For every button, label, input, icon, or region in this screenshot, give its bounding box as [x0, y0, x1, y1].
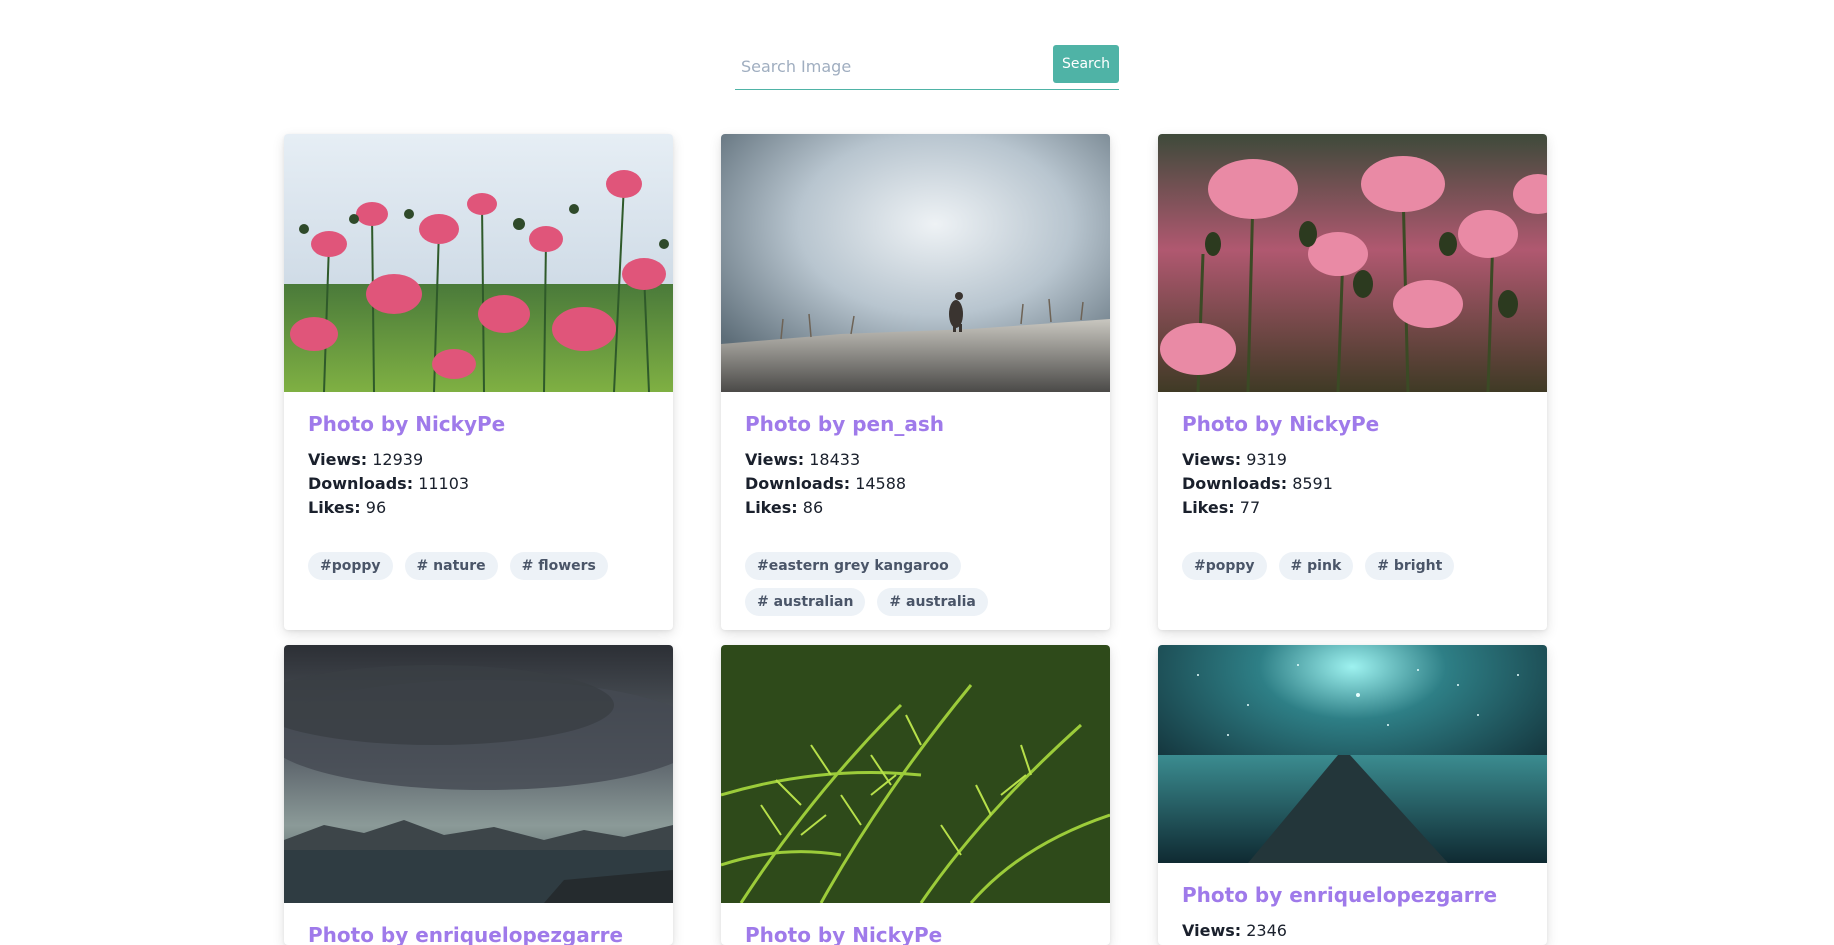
tag-list: #poppy # nature # flowers	[308, 552, 649, 580]
photographer-title[interactable]: Photo by NickyPe	[308, 412, 649, 436]
downloads-value: 11103	[418, 474, 470, 493]
downloads-stat: Downloads: 14588	[745, 472, 1086, 496]
tag[interactable]: # australia	[877, 588, 988, 616]
views-label: Views:	[1182, 450, 1242, 469]
search-button[interactable]: Search	[1053, 44, 1119, 83]
card-photo-green-ferns	[721, 645, 1110, 903]
views-label: Views:	[308, 450, 368, 469]
photographer-title[interactable]: Photo by enriquelopezgarre	[308, 923, 649, 945]
search-bar: Search	[735, 44, 1119, 90]
tag[interactable]: #poppy	[308, 552, 393, 580]
tag[interactable]: #poppy	[1182, 552, 1267, 580]
search-input[interactable]	[735, 47, 1053, 86]
likes-value: 86	[802, 498, 824, 517]
card-photo-kangaroo-smoke	[721, 134, 1110, 392]
tag[interactable]: # flowers	[509, 552, 608, 580]
downloads-label: Downloads:	[1182, 474, 1288, 493]
views-value: 18433	[809, 450, 861, 469]
downloads-value: 14588	[855, 474, 907, 493]
likes-value: 96	[365, 498, 387, 517]
tag-list: #eastern grey kangaroo # australian # au…	[745, 552, 1086, 616]
card-photo-pink-poppies-field	[284, 134, 673, 392]
card-photo-night-pier-starry	[1158, 645, 1547, 863]
image-card: Photo by enriquelopezgarre Views: 2346 D…	[1158, 645, 1547, 945]
likes-stat: Likes: 96	[308, 496, 649, 520]
likes-label: Likes:	[308, 498, 361, 517]
likes-stat: Likes: 77	[1182, 496, 1523, 520]
downloads-stat: Downloads: 11103	[308, 472, 649, 496]
downloads-label: Downloads:	[745, 474, 851, 493]
views-value: 12939	[372, 450, 424, 469]
tag[interactable]: # australian	[745, 588, 866, 616]
tag[interactable]: # bright	[1365, 552, 1455, 580]
views-stat: Views: 12939	[308, 448, 649, 472]
tag[interactable]: # nature	[404, 552, 498, 580]
views-label: Views:	[745, 450, 805, 469]
photographer-title[interactable]: Photo by pen_ash	[745, 412, 1086, 436]
downloads-label: Downloads:	[308, 474, 414, 493]
tag[interactable]: # pink	[1278, 552, 1354, 580]
likes-value: 77	[1239, 498, 1261, 517]
image-card: Photo by NickyPe Views: 12939 Downloads:…	[284, 134, 673, 630]
card-photo-pink-poppies-closeup	[1158, 134, 1547, 392]
views-stat: Views: 18433	[745, 448, 1086, 472]
tag-list: #poppy # pink # bright	[1182, 552, 1523, 580]
likes-label: Likes:	[1182, 498, 1235, 517]
downloads-value: 8591	[1292, 474, 1333, 493]
photographer-title[interactable]: Photo by NickyPe	[745, 923, 1086, 945]
downloads-stat: Downloads: 8591	[1182, 472, 1523, 496]
views-stat: Views: 9319	[1182, 448, 1523, 472]
image-card: Photo by enriquelopezgarre	[284, 645, 673, 945]
views-stat: Views: 2346	[1182, 919, 1523, 943]
photographer-title[interactable]: Photo by NickyPe	[1182, 412, 1523, 436]
tag[interactable]: #eastern grey kangaroo	[745, 552, 961, 580]
likes-stat: Likes: 86	[745, 496, 1086, 520]
image-card: Photo by NickyPe	[721, 645, 1110, 945]
views-label: Views:	[1182, 921, 1242, 940]
views-value: 9319	[1246, 450, 1287, 469]
image-card: Photo by pen_ash Views: 18433 Downloads:…	[721, 134, 1110, 630]
image-card: Photo by NickyPe Views: 9319 Downloads: …	[1158, 134, 1547, 630]
likes-label: Likes:	[745, 498, 798, 517]
card-photo-storm-over-lake	[284, 645, 673, 903]
views-value: 2346	[1246, 921, 1287, 940]
photographer-title[interactable]: Photo by enriquelopezgarre	[1182, 883, 1523, 907]
